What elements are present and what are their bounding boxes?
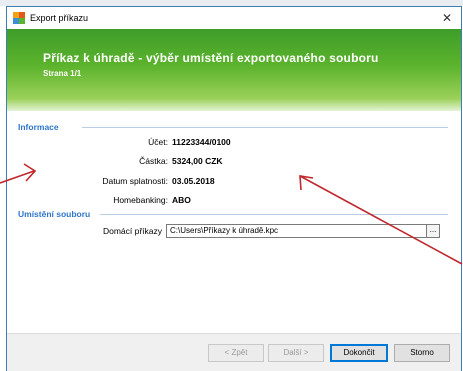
due-date-value: 03.05.2018 (172, 176, 215, 186)
browse-button[interactable]: ... (426, 224, 440, 238)
cancel-button[interactable]: Storno (394, 344, 450, 362)
export-app-icon (13, 12, 25, 24)
homebanking-label: Homebanking: (113, 195, 168, 205)
back-button[interactable]: < Zpět (208, 344, 264, 362)
file-section-title: Umístění souboru (18, 209, 95, 219)
homebanking-value: ABO (172, 195, 191, 205)
account-label: Účet: (148, 137, 168, 147)
account-value: 11223344/0100 (172, 137, 231, 147)
info-section-title: Informace (18, 122, 63, 132)
finish-button[interactable]: Dokončit (330, 344, 388, 362)
wizard-banner: Příkaz k úhradě - výběr umístění exporto… (7, 29, 461, 111)
window-title: Export příkazu (30, 13, 89, 23)
banner-heading: Příkaz k úhradě - výběr umístění exporto… (43, 51, 379, 65)
next-button[interactable]: Další > (268, 344, 324, 362)
file-section-divider (100, 214, 448, 215)
info-section-divider (82, 127, 448, 128)
title-bar[interactable]: Export příkazu ✕ (7, 7, 461, 29)
due-date-label: Datum splatnosti: (102, 176, 168, 186)
amount-value: 5324,00 CZK (172, 156, 223, 166)
banner-page-indicator: Strana 1/1 (43, 69, 82, 78)
domestic-orders-label: Domácí příkazy (102, 226, 162, 236)
close-icon[interactable]: ✕ (433, 7, 461, 29)
export-dialog: Export příkazu ✕ Příkaz k úhradě - výběr… (6, 6, 462, 371)
export-path-field[interactable]: C:\Users\Příkazy k úhradě.kpc (166, 224, 436, 238)
amount-label: Částka: (139, 156, 168, 166)
